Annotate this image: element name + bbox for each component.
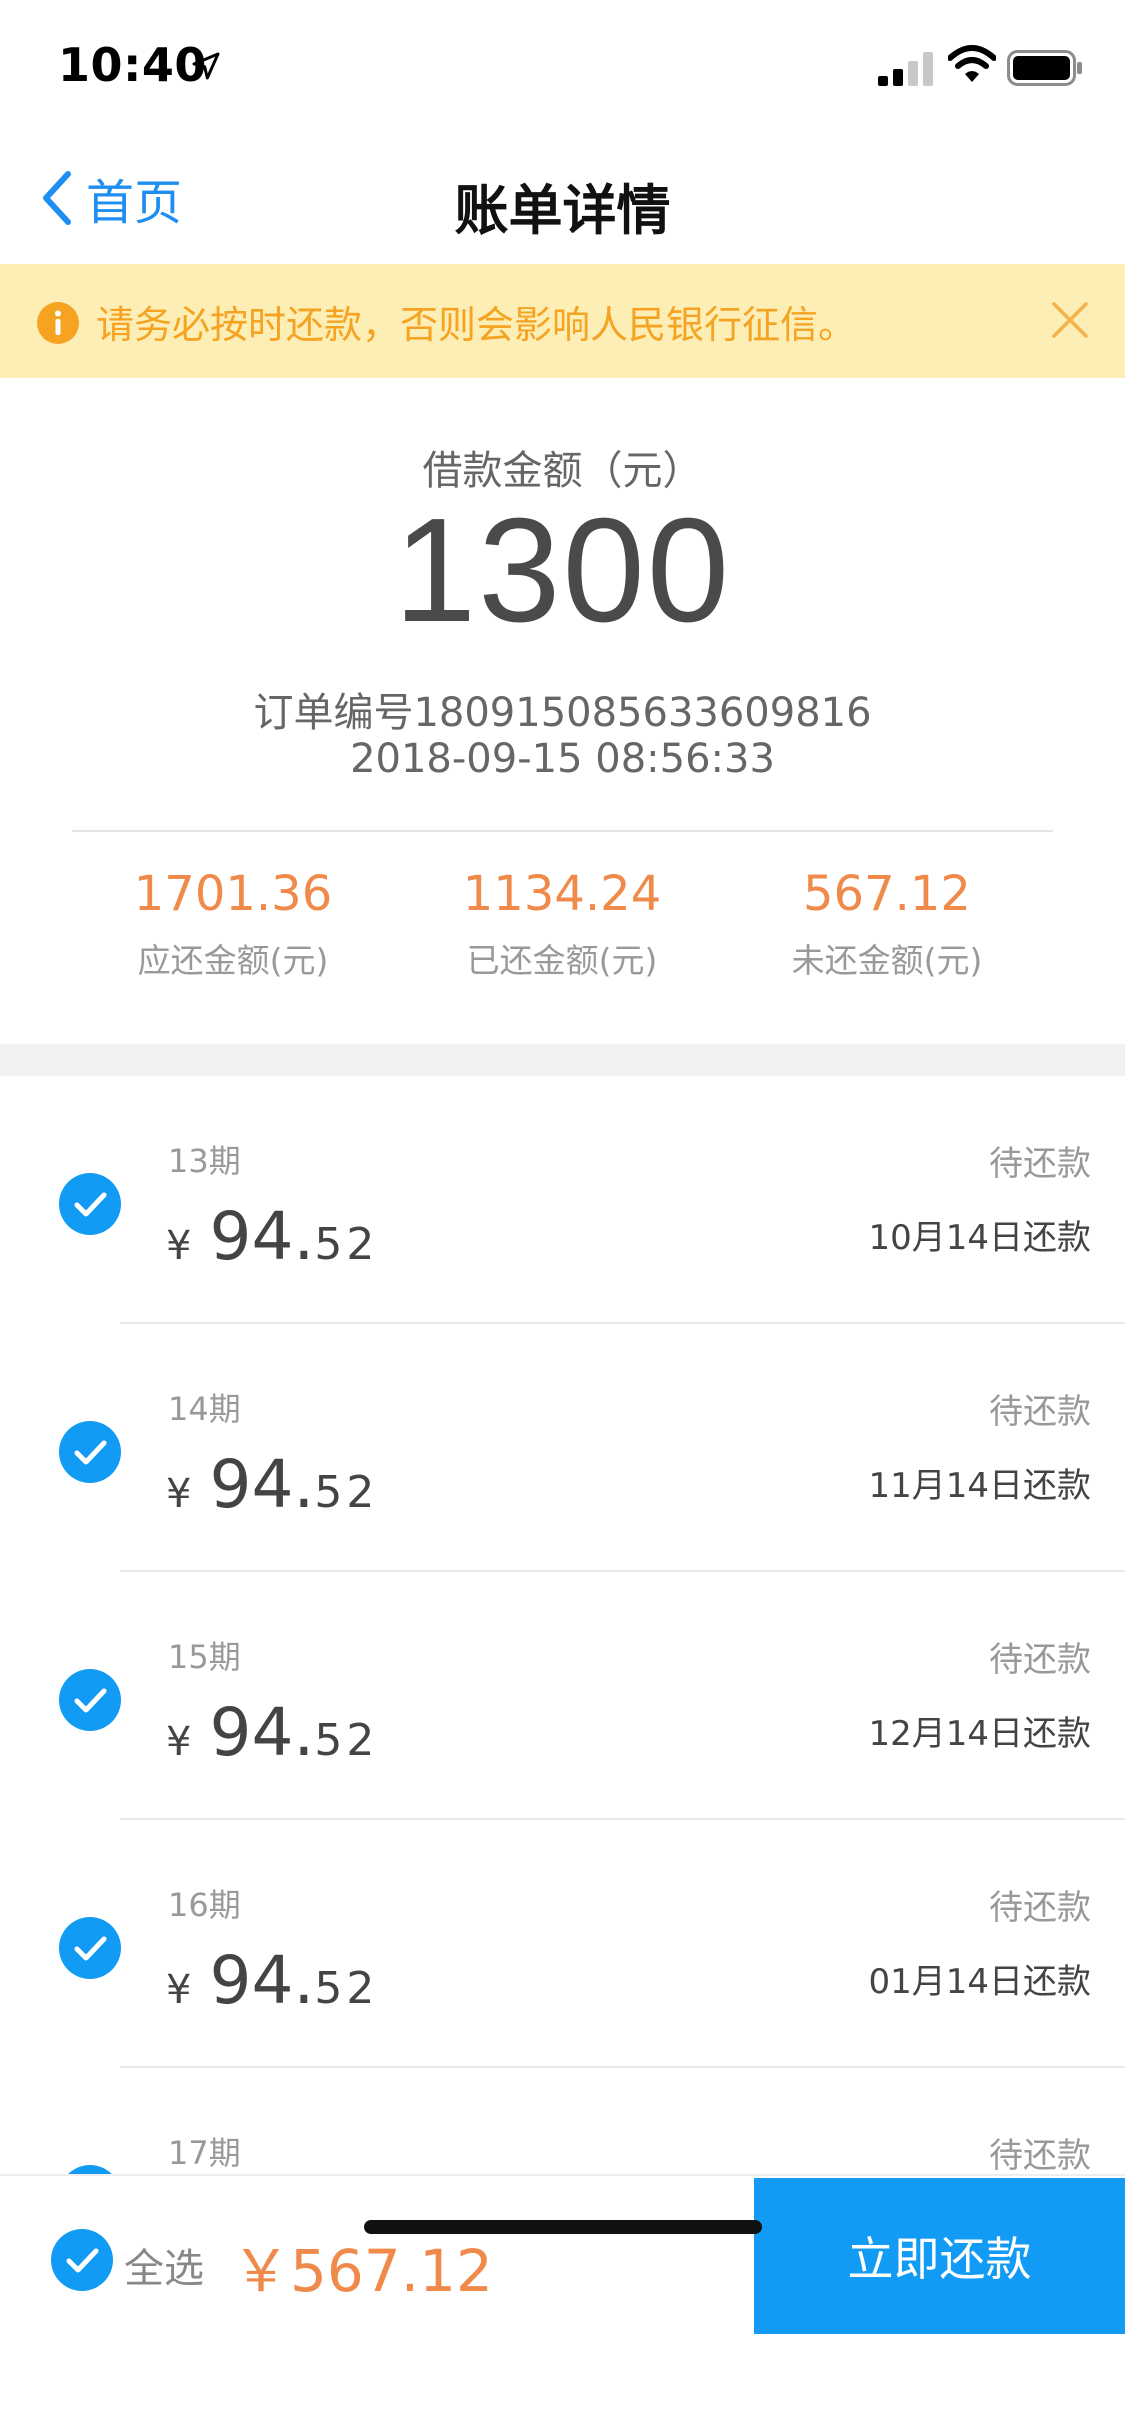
- select-all-checkbox-icon[interactable]: [50, 2228, 114, 2292]
- installment-status: 待还款: [989, 2136, 1091, 2176]
- navigation-bar: 首页 账单详情: [0, 132, 1125, 264]
- installment-row[interactable]: 15期 待还款 ¥94.52 12月14日还款: [0, 1572, 1125, 1820]
- close-icon[interactable]: [1050, 300, 1090, 340]
- section-gap: [0, 1044, 1125, 1076]
- installment-list: 13期 待还款 ¥94.52 10月14日还款 14期 待还款 ¥94.52 1…: [0, 1076, 1125, 2176]
- installment-status: 待还款: [989, 1392, 1091, 1432]
- installment-status: 待还款: [989, 1888, 1091, 1928]
- currency-symbol: ¥: [166, 1967, 192, 2013]
- notice-banner: 请务必按时还款，否则会影响人民银行征信。: [0, 264, 1125, 378]
- installment-due-date: 11月14日还款: [868, 1466, 1091, 1506]
- total-amount: ￥567.12: [232, 2237, 493, 2305]
- battery-icon: [1007, 50, 1082, 86]
- installment-amount: ¥94.52: [166, 1198, 378, 1275]
- amount-decimal: 52: [314, 1467, 379, 1518]
- amount-integer: 94.: [209, 1198, 315, 1275]
- checkbox-checked-icon[interactable]: [58, 1916, 122, 1980]
- divider: [72, 830, 1053, 832]
- installment-row[interactable]: 13期 待还款 ¥94.52 10月14日还款: [0, 1076, 1125, 1324]
- installment-amount: ¥94.52: [166, 1446, 378, 1523]
- loan-summary: 借款金额（元） 1300 订单编号180915085633609816 2018…: [0, 378, 1125, 1044]
- location-arrow-icon: [192, 52, 220, 80]
- loan-amount: 1300: [393, 488, 732, 653]
- wifi-icon: [948, 45, 996, 82]
- checkbox-checked-icon[interactable]: [58, 1420, 122, 1484]
- amount-integer: 94.: [209, 1446, 315, 1523]
- installment-status: 待还款: [989, 1640, 1091, 1680]
- installment-amount: ¥94.52: [166, 1694, 378, 1771]
- installment-period: 13期: [168, 1142, 241, 1180]
- amount-decimal: 52: [314, 1219, 379, 1270]
- stat-value: 1701.36: [133, 866, 333, 922]
- page-title: 账单详情: [454, 179, 671, 242]
- status-time: 10:40: [58, 38, 207, 92]
- currency-symbol: ¥: [166, 1471, 192, 1517]
- stat-label: 已还金额(元): [466, 941, 658, 980]
- installment-amount: ¥94.52: [166, 1942, 378, 2019]
- amount-integer: 94.: [209, 1694, 315, 1771]
- info-icon: [37, 302, 79, 344]
- installment-period: 14期: [168, 1390, 241, 1428]
- checkbox-checked-icon[interactable]: [58, 1172, 122, 1236]
- stat-due-total: 1701.36 应还金额(元): [68, 866, 398, 982]
- order-time: 2018-09-15 08:56:33: [350, 736, 775, 782]
- currency-symbol: ¥: [166, 1223, 192, 1269]
- cellular-signal-icon: [878, 52, 933, 86]
- bottom-action-bar: 全选 ￥567.12 立即还款: [0, 2174, 1125, 2436]
- stat-value: 1134.24: [462, 866, 662, 922]
- checkbox-checked-icon[interactable]: [58, 1668, 122, 1732]
- order-number: 订单编号180915085633609816: [253, 690, 872, 736]
- installment-row[interactable]: 17期 待还款: [0, 2068, 1125, 2176]
- installment-due-date: 10月14日还款: [868, 1218, 1091, 1258]
- stat-value: 567.12: [803, 866, 971, 922]
- home-indicator: [364, 2220, 762, 2234]
- stat-label: 应还金额(元): [137, 941, 329, 980]
- stat-unpaid: 567.12 未还金额(元): [722, 866, 1052, 982]
- amount-decimal: 52: [314, 1715, 379, 1766]
- status-bar: 10:40: [0, 0, 1125, 132]
- amount-integer: 94.: [209, 1942, 315, 2019]
- installment-status: 待还款: [989, 1144, 1091, 1184]
- currency-symbol: ¥: [166, 1719, 192, 1765]
- installment-row[interactable]: 16期 待还款 ¥94.52 01月14日还款: [0, 1820, 1125, 2068]
- installment-row[interactable]: 14期 待还款 ¥94.52 11月14日还款: [0, 1324, 1125, 1572]
- installment-period: 17期: [168, 2134, 241, 2172]
- installment-due-date: 01月14日还款: [868, 1962, 1091, 2002]
- select-all-label[interactable]: 全选: [124, 2236, 204, 2294]
- stat-paid: 1134.24 已还金额(元): [397, 866, 727, 982]
- installment-period: 16期: [168, 1886, 241, 1924]
- amount-decimal: 52: [314, 1963, 379, 2014]
- notice-text: 请务必按时还款，否则会影响人民银行征信。: [96, 303, 857, 347]
- stat-label: 未还金额(元): [791, 941, 983, 980]
- installment-due-date: 12月14日还款: [868, 1714, 1091, 1754]
- repay-now-button[interactable]: 立即还款: [754, 2178, 1125, 2334]
- installment-period: 15期: [168, 1638, 241, 1676]
